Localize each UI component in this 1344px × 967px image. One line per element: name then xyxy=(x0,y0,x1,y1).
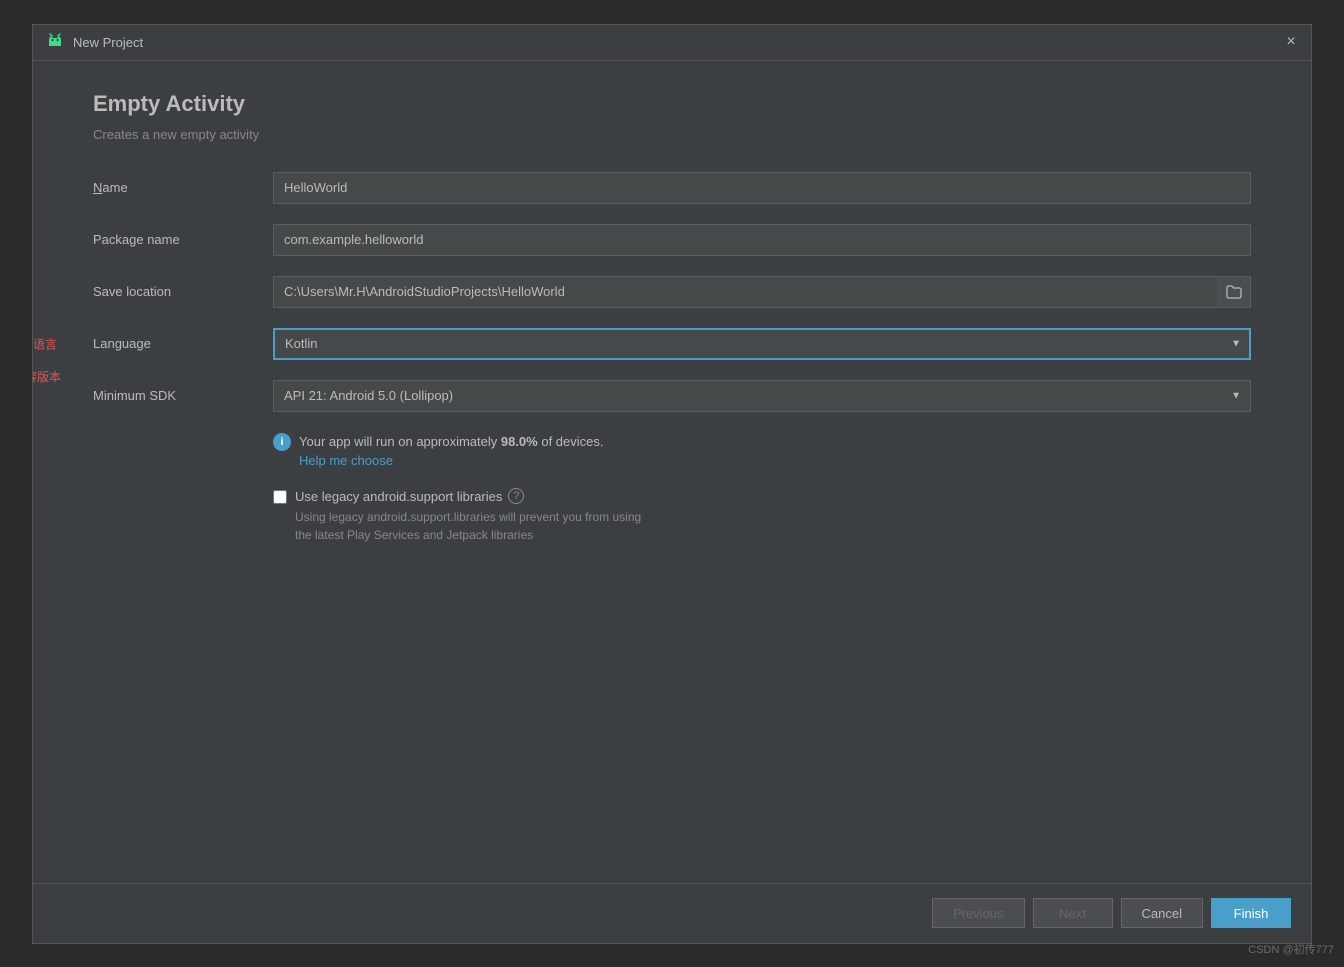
cancel-button[interactable]: Cancel xyxy=(1121,898,1203,928)
package-field-area xyxy=(273,224,1251,256)
language-select[interactable]: Kotlin Java xyxy=(273,328,1251,360)
language-row: 语言 Language Kotlin Java xyxy=(93,328,1251,360)
package-input[interactable] xyxy=(273,224,1251,256)
language-chinese-label: 语言 xyxy=(33,335,57,352)
activity-title: Empty Activity xyxy=(93,91,1251,117)
save-input-group xyxy=(273,276,1251,308)
minsdk-row: 项目的最低兼容版本 Minimum SDK API 21: Android 5.… xyxy=(93,380,1251,412)
title-bar: New Project × xyxy=(33,25,1311,61)
minsdk-select-wrapper: API 21: Android 5.0 (Lollipop) API 16: A… xyxy=(273,380,1251,412)
package-label: Package name xyxy=(93,232,180,247)
sdk-info-content: Your app will run on approximately 98.0%… xyxy=(299,432,604,469)
legacy-checkbox-row: Use legacy android.support libraries ? U… xyxy=(93,488,1251,544)
minsdk-field-area: API 21: Android 5.0 (Lollipop) API 16: A… xyxy=(273,380,1251,412)
language-field-area: Kotlin Java xyxy=(273,328,1251,360)
checkbox-label: Use legacy android.support libraries xyxy=(295,489,502,504)
minsdk-select[interactable]: API 21: Android 5.0 (Lollipop) API 16: A… xyxy=(273,380,1251,412)
name-label-area: 项目名称: Name xyxy=(93,180,273,195)
browse-folder-button[interactable] xyxy=(1217,276,1251,308)
sdk-info-percent: 98.0% xyxy=(501,434,538,449)
next-button[interactable]: Next xyxy=(1033,898,1113,928)
checkbox-desc-line1: Using legacy android.support.libraries w… xyxy=(295,508,641,526)
name-row: 项目名称: Name xyxy=(93,172,1251,204)
language-select-wrapper: Kotlin Java xyxy=(273,328,1251,360)
save-label: Save location xyxy=(93,284,171,299)
finish-button[interactable]: Finish xyxy=(1211,898,1291,928)
legacy-checkbox-content: Use legacy android.support libraries ? U… xyxy=(273,488,641,544)
sdk-info-suffix: of devices. xyxy=(538,434,604,449)
watermark: CSDN @初传777 xyxy=(1248,941,1334,957)
language-label: Language xyxy=(93,336,151,351)
checkbox-area: Use legacy android.support libraries ? xyxy=(273,488,641,504)
dialog-title: New Project xyxy=(73,35,1283,50)
checkbox-description: Using legacy android.support.libraries w… xyxy=(273,508,641,544)
name-label: Name xyxy=(93,180,128,195)
language-label-area: 语言 Language xyxy=(93,336,273,351)
package-label-area: 项目的包名 Package name xyxy=(93,232,273,247)
legacy-checkbox[interactable] xyxy=(273,490,287,504)
help-tooltip-icon[interactable]: ? xyxy=(508,488,524,504)
android-icon xyxy=(45,32,65,52)
save-label-area: 代码存放位置 Save location xyxy=(93,284,273,299)
save-location-input[interactable] xyxy=(273,276,1217,308)
sdk-info-text: Your app will run on approximately 98.0%… xyxy=(299,434,604,449)
name-field-area xyxy=(273,172,1251,204)
previous-button[interactable]: Previous xyxy=(932,898,1025,928)
info-icon: i xyxy=(273,433,291,451)
dialog-content: Empty Activity Creates a new empty activ… xyxy=(33,61,1311,883)
dialog-window: New Project × Empty Activity Creates a n… xyxy=(32,24,1312,944)
save-location-row: 代码存放位置 Save location xyxy=(93,276,1251,308)
checkbox-desc-line2: the latest Play Services and Jetpack lib… xyxy=(295,526,641,544)
package-row: 项目的包名 Package name xyxy=(93,224,1251,256)
minsdk-label: Minimum SDK xyxy=(93,388,176,403)
help-me-choose-link[interactable]: Help me choose xyxy=(299,453,604,468)
sdk-info-row: i Your app will run on approximately 98.… xyxy=(93,432,1251,469)
save-field-area xyxy=(273,276,1251,308)
minsdk-chinese-label: 项目的最低兼容版本 xyxy=(33,368,61,385)
close-button[interactable]: × xyxy=(1283,34,1299,50)
minsdk-label-area: 项目的最低兼容版本 Minimum SDK xyxy=(93,388,273,403)
activity-subtitle: Creates a new empty activity xyxy=(93,127,1251,142)
dialog-footer: Previous Next Cancel Finish xyxy=(33,883,1311,943)
name-input[interactable] xyxy=(273,172,1251,204)
sdk-info-prefix: Your app will run on approximately xyxy=(299,434,501,449)
